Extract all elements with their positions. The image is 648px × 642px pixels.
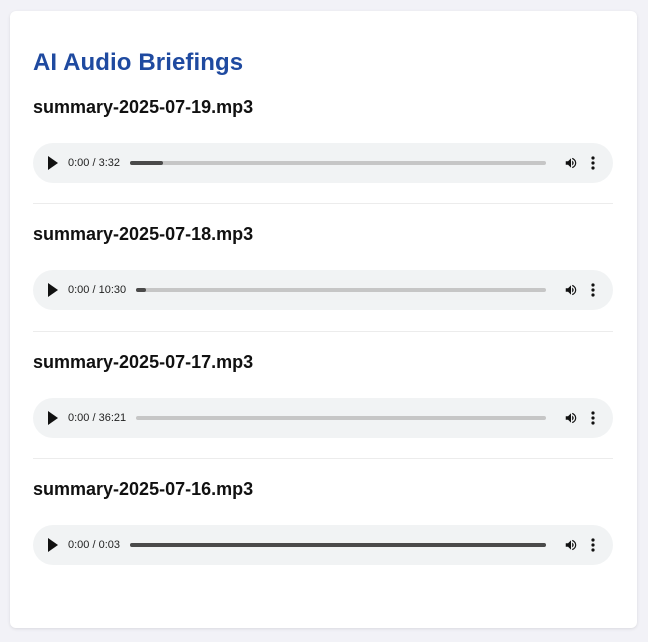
audio-item: summary-2025-07-16.mp3 0:00 / 0:03 — [33, 478, 613, 565]
more-vertical-icon[interactable] — [586, 155, 600, 171]
volume-icon[interactable] — [564, 156, 578, 170]
play-button[interactable] — [41, 149, 67, 177]
divider — [33, 331, 613, 332]
page-title: AI Audio Briefings — [33, 49, 244, 76]
file-name: summary-2025-07-19.mp3 — [33, 97, 254, 117]
play-icon — [48, 156, 58, 170]
play-icon — [48, 283, 58, 297]
time-display: 0:00 / 36:21 — [68, 412, 127, 424]
divider — [33, 203, 613, 204]
more-vertical-icon[interactable] — [586, 410, 600, 426]
play-button[interactable] — [41, 276, 67, 304]
volume-icon[interactable] — [564, 283, 578, 297]
time-display: 0:00 / 0:03 — [68, 539, 120, 551]
audio-item: summary-2025-07-17.mp3 0:00 / 36:21 — [33, 351, 613, 438]
seek-slider[interactable] — [136, 416, 546, 420]
briefings-card: AI Audio Briefings summary-2025-07-19.mp… — [10, 11, 637, 628]
time-display: 0:00 / 3:32 — [68, 157, 120, 169]
divider — [33, 458, 613, 459]
file-name: summary-2025-07-18.mp3 — [33, 224, 254, 244]
more-vertical-icon[interactable] — [586, 282, 600, 298]
audio-item: summary-2025-07-18.mp3 0:00 / 10:30 — [33, 223, 613, 310]
volume-icon[interactable] — [564, 538, 578, 552]
more-vertical-icon[interactable] — [586, 537, 600, 553]
buffered-progress — [130, 161, 164, 165]
file-name: summary-2025-07-17.mp3 — [33, 352, 254, 372]
buffered-progress — [136, 288, 147, 292]
play-icon — [48, 538, 58, 552]
audio-player[interactable]: 0:00 / 3:32 — [33, 143, 613, 183]
audio-player[interactable]: 0:00 / 0:03 — [33, 525, 613, 565]
seek-slider[interactable] — [136, 288, 546, 292]
seek-slider[interactable] — [130, 543, 546, 547]
time-display: 0:00 / 10:30 — [68, 284, 127, 296]
audio-player[interactable]: 0:00 / 36:21 — [33, 398, 613, 438]
audio-player[interactable]: 0:00 / 10:30 — [33, 270, 613, 310]
file-name: summary-2025-07-16.mp3 — [33, 479, 254, 499]
buffered-progress — [130, 543, 546, 547]
play-button[interactable] — [41, 404, 67, 432]
play-button[interactable] — [41, 531, 67, 559]
audio-item: summary-2025-07-19.mp3 0:00 / 3:32 — [33, 96, 613, 183]
play-icon — [48, 411, 58, 425]
seek-slider[interactable] — [130, 161, 546, 165]
volume-icon[interactable] — [564, 411, 578, 425]
